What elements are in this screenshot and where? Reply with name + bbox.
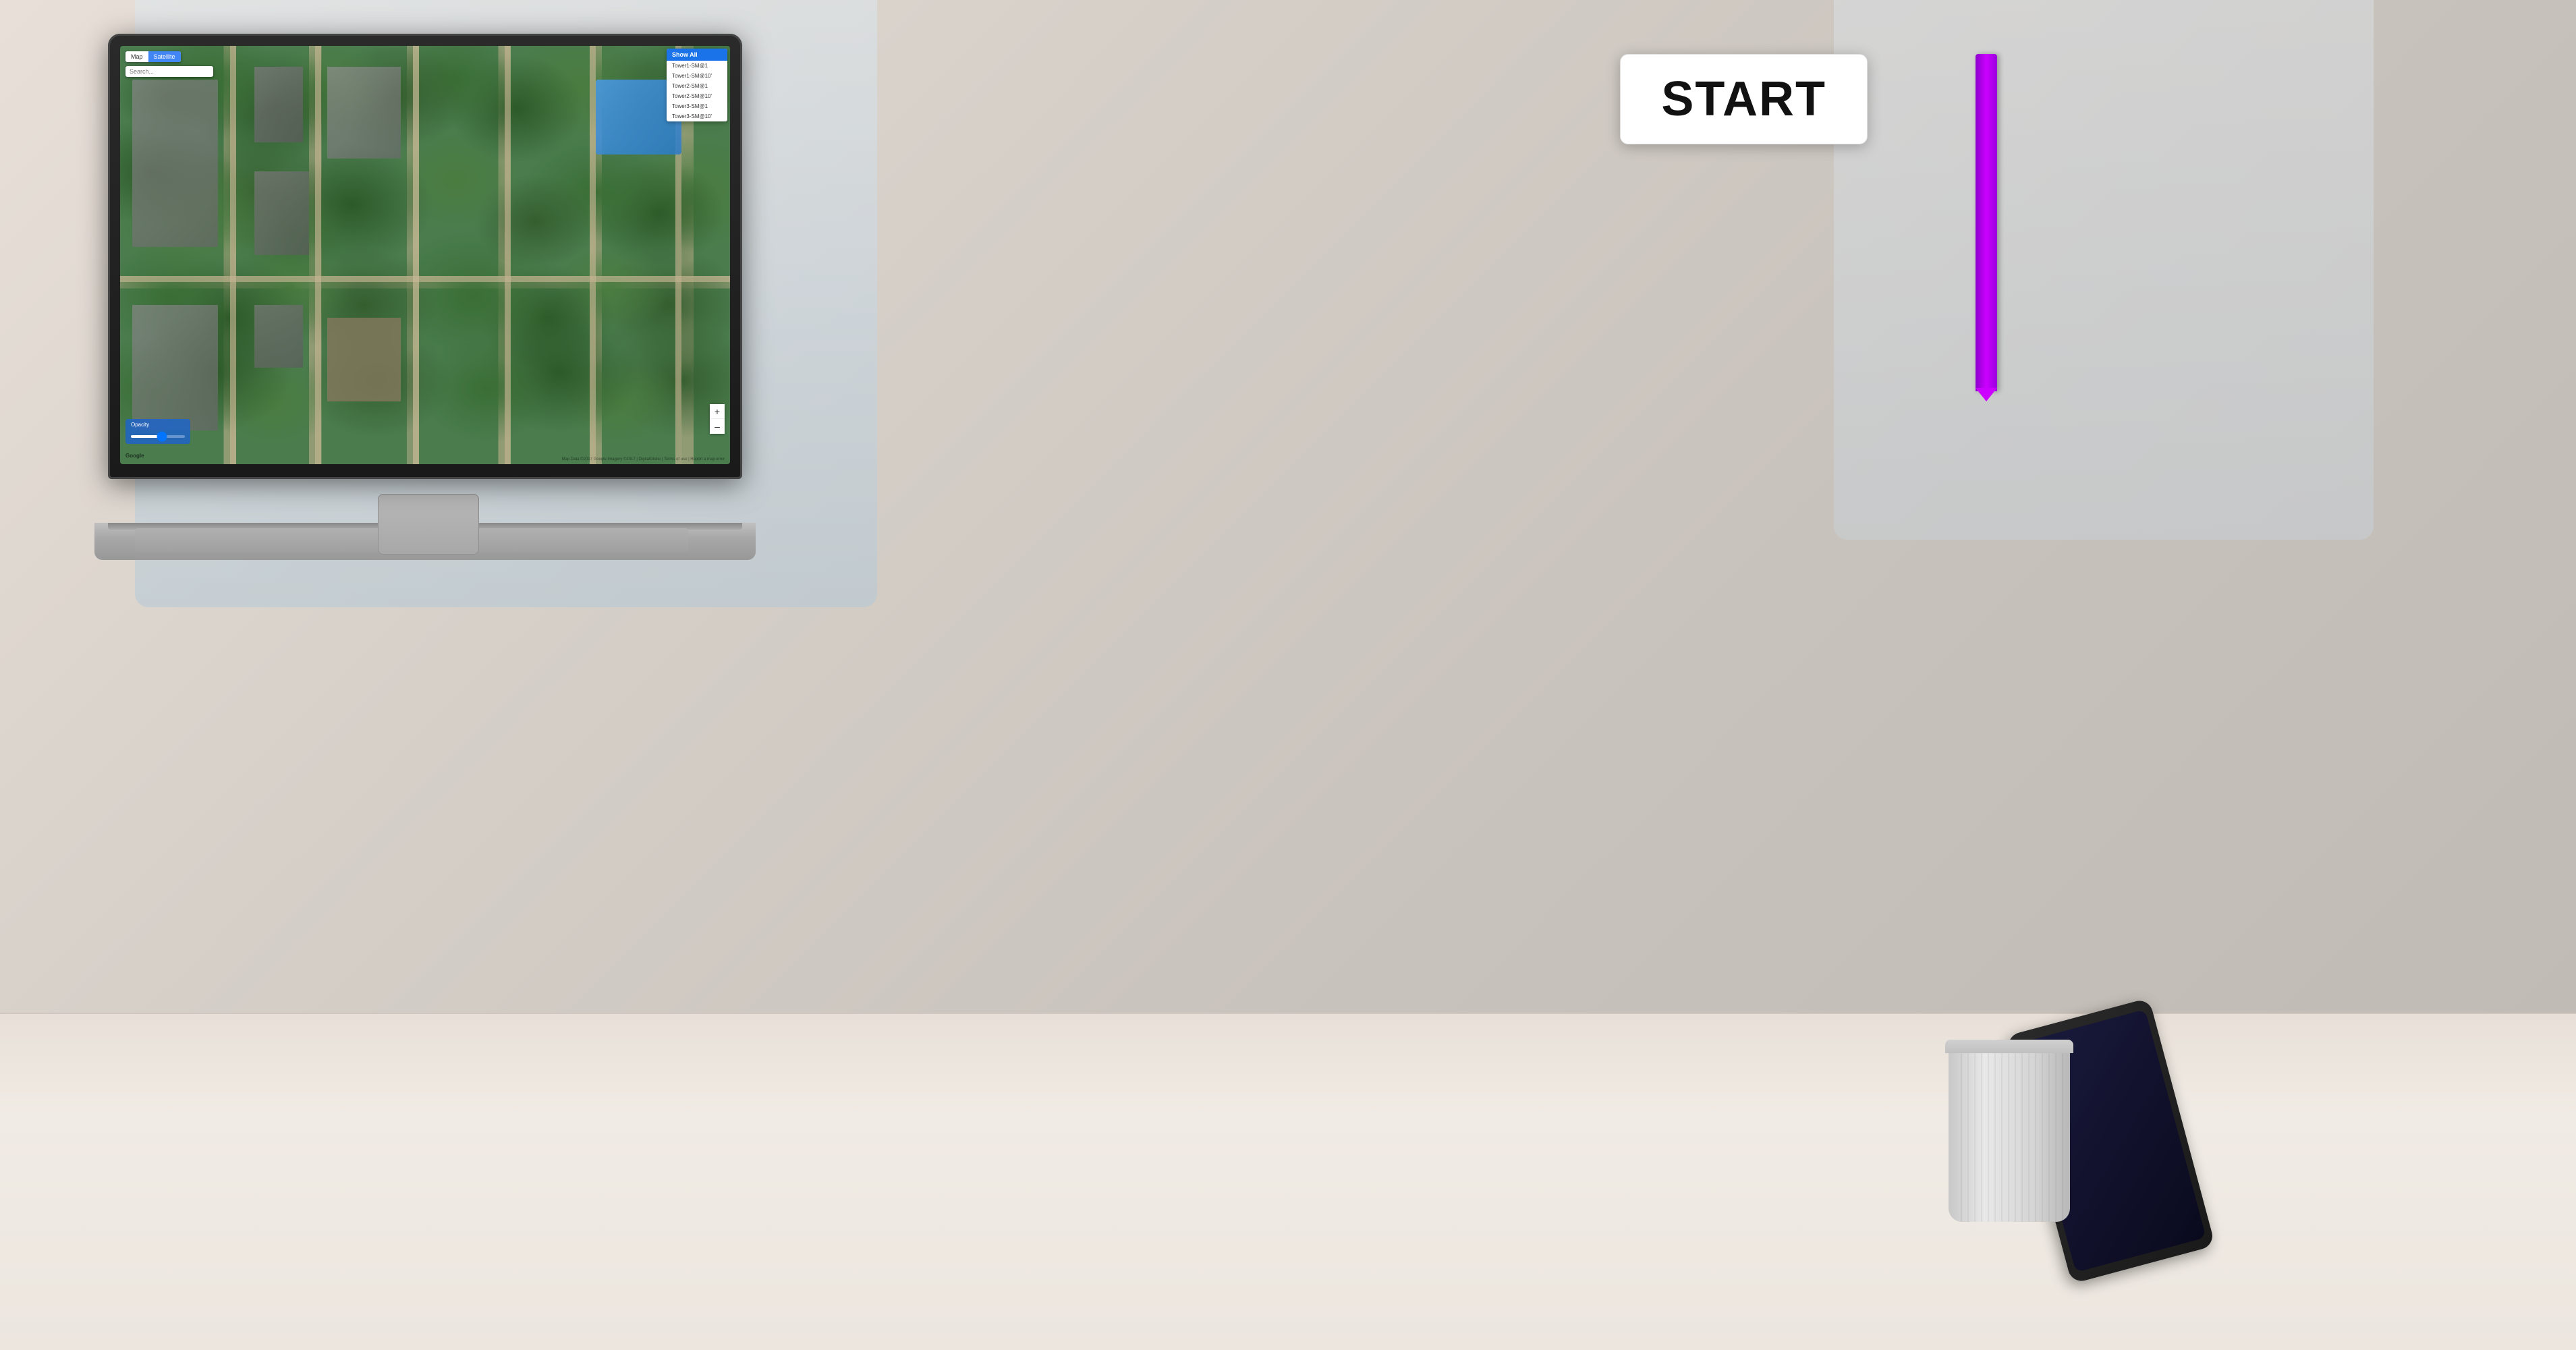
layer-item-2[interactable]: Tower2-SM@1: [667, 81, 727, 91]
laptop-bezel: Map Satellite Opacity Google: [108, 34, 742, 479]
start-button-card[interactable]: START: [1620, 54, 1868, 144]
pen-cup: [1949, 1040, 2070, 1229]
road-v1: [230, 46, 236, 464]
road-v4: [505, 46, 511, 464]
building-3: [327, 67, 400, 159]
opacity-slider[interactable]: [131, 435, 185, 438]
road-horizontal: [120, 276, 730, 282]
opacity-control[interactable]: Opacity: [125, 419, 190, 444]
road-v2: [315, 46, 321, 464]
bg-window-right: [1834, 0, 2374, 540]
layer-item-0[interactable]: Tower1-SM@1: [667, 61, 727, 71]
cup-body: [1949, 1053, 2070, 1222]
building-6: [254, 305, 303, 368]
zoom-controls[interactable]: + –: [710, 404, 725, 434]
laptop-trackpad[interactable]: [378, 494, 479, 555]
layer-item-3[interactable]: Tower2-SM@10': [667, 91, 727, 101]
satellite-btn[interactable]: Satellite: [148, 51, 181, 62]
cup-rim: [1945, 1040, 2073, 1053]
building-4: [254, 171, 309, 255]
layer-item-1[interactable]: Tower1-SM@10': [667, 71, 727, 81]
building-5: [132, 305, 218, 430]
map-btn[interactable]: Map: [125, 51, 148, 62]
road-v5: [590, 46, 596, 464]
search-input[interactable]: [130, 68, 209, 75]
pen: [1976, 54, 1997, 391]
start-label: START: [1661, 72, 1826, 126]
zoom-in-button[interactable]: +: [710, 404, 725, 419]
zoom-out-button[interactable]: –: [710, 419, 725, 434]
building-2: [254, 67, 303, 142]
building-1: [132, 80, 218, 247]
search-box[interactable]: [125, 66, 213, 77]
road-v3-main: [413, 46, 419, 464]
laptop: Map Satellite Opacity Google: [108, 34, 749, 560]
show-all-button[interactable]: Show All: [667, 49, 727, 61]
map-toggle[interactable]: Map Satellite: [125, 51, 181, 62]
map-area[interactable]: Map Satellite Opacity Google: [120, 46, 730, 464]
layer-item-5[interactable]: Tower3-SM@10': [667, 111, 727, 121]
pen-container: [1976, 54, 2016, 425]
laptop-screen: Map Satellite Opacity Google: [120, 46, 730, 464]
building-church: [327, 318, 400, 401]
layer-dropdown[interactable]: Show All Tower1-SM@1 Tower1-SM@10' Tower…: [667, 49, 727, 121]
opacity-label: Opacity: [131, 422, 185, 428]
layer-item-4[interactable]: Tower3-SM@1: [667, 101, 727, 111]
